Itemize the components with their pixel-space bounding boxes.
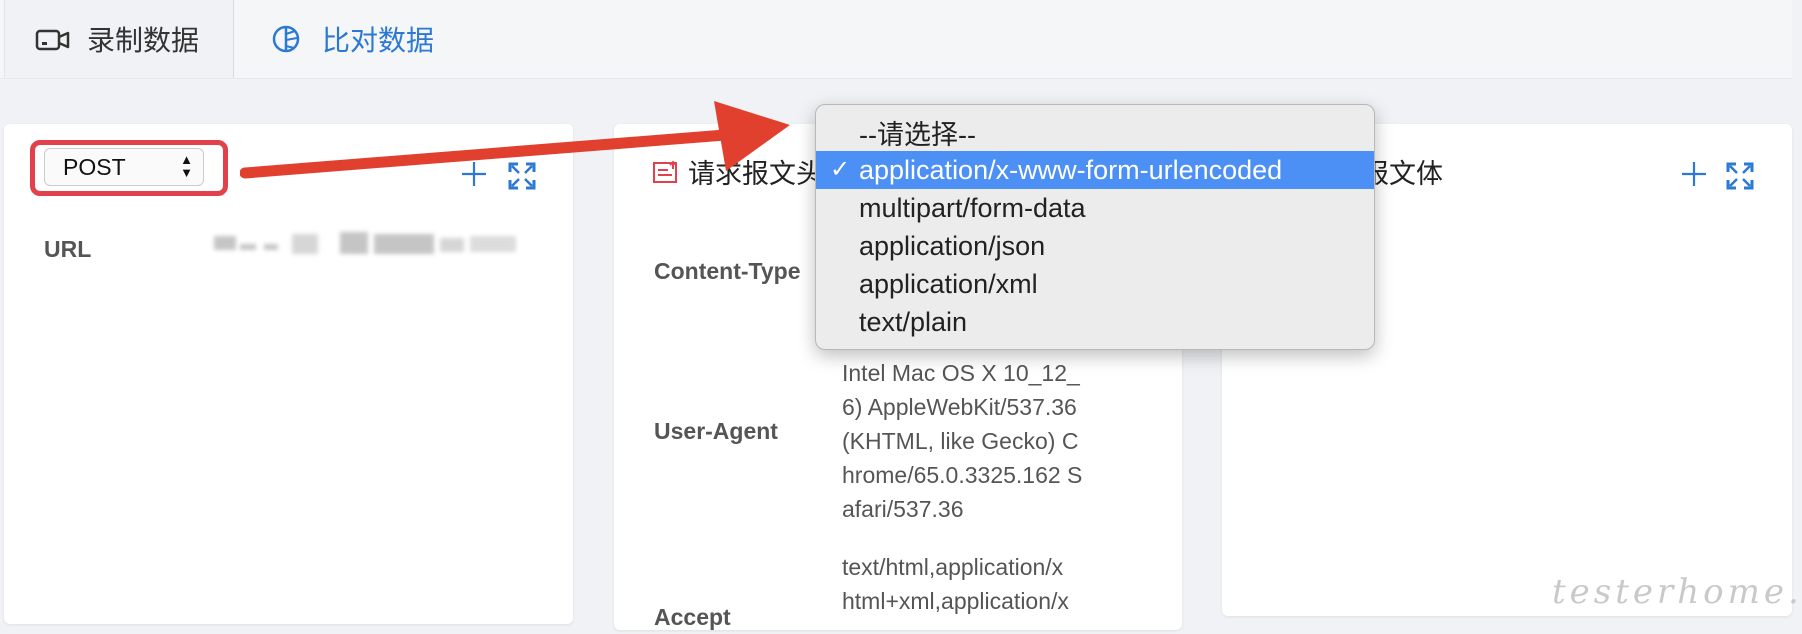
dropdown-option[interactable]: text/plain bbox=[816, 303, 1374, 341]
watermark: testerhome.com bbox=[1552, 572, 1802, 612]
value-line: 6) AppleWebKit/537.36 bbox=[842, 394, 1077, 420]
dropdown-option-selected[interactable]: ✓ application/x-www-form-urlencoded bbox=[816, 151, 1374, 189]
dropdown-option[interactable]: application/json bbox=[816, 227, 1374, 265]
tab-record-data[interactable]: 录制数据 bbox=[4, 0, 234, 78]
value-line: Intel Mac OS X 10_12_ bbox=[842, 360, 1080, 386]
url-label: URL bbox=[44, 236, 92, 262]
content-type-dropdown[interactable]: --请选择-- ✓ application/x-www-form-urlenco… bbox=[815, 104, 1375, 350]
fullscreen-icon[interactable] bbox=[1726, 162, 1754, 190]
header-key-content-type: Content-Type bbox=[654, 258, 801, 284]
value-line: html+xml,application/x bbox=[842, 588, 1069, 614]
http-method-value: POST bbox=[63, 153, 126, 180]
tab-compare-label: 比对数据 bbox=[322, 24, 435, 57]
url-value-redacted[interactable] bbox=[214, 232, 524, 262]
value-line: afari/537.36 bbox=[842, 496, 964, 522]
header-key-accept: Accept bbox=[654, 604, 731, 630]
value-line: text/html,application/x bbox=[842, 554, 1064, 580]
value-line: (KHTML, like Gecko) C bbox=[842, 428, 1079, 454]
annotation-arrow bbox=[240, 101, 790, 179]
add-icon[interactable] bbox=[1680, 160, 1708, 188]
dropdown-option-label: application/x-www-form-urlencoded bbox=[859, 155, 1283, 185]
checkmark-icon: ✓ bbox=[830, 156, 851, 183]
dropdown-option[interactable]: multipart/form-data bbox=[816, 189, 1374, 227]
http-method-select[interactable]: POST ▲ ▼ bbox=[44, 148, 204, 186]
pie-compare-icon bbox=[272, 25, 300, 53]
select-arrows-icon: ▲ ▼ bbox=[180, 152, 193, 180]
tab-record-label: 录制数据 bbox=[87, 24, 200, 57]
tab-compare-data[interactable]: 比对数据 bbox=[262, 0, 434, 78]
dropdown-option[interactable]: application/xml bbox=[816, 265, 1374, 303]
value-line: hrome/65.0.3325.162 S bbox=[842, 462, 1083, 488]
request-line-card: POST ▲ ▼ URL bbox=[4, 124, 573, 624]
tab-bar: 录制数据 比对数据 bbox=[0, 0, 1792, 79]
header-value-user-agent[interactable]: Intel Mac OS X 10_12_ 6) AppleWebKit/537… bbox=[842, 356, 1102, 526]
video-camera-icon bbox=[35, 29, 70, 51]
header-value-accept[interactable]: text/html,application/x html+xml,applica… bbox=[842, 550, 1102, 618]
dropdown-option-placeholder[interactable]: --请选择-- bbox=[816, 116, 1374, 154]
header-key-user-agent: User-Agent bbox=[654, 418, 778, 444]
